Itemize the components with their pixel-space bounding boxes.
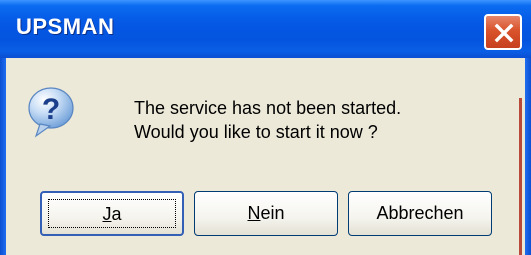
close-button[interactable] xyxy=(484,14,522,50)
message-line-2: Would you like to start it now ? xyxy=(134,122,378,142)
no-button[interactable]: Nein xyxy=(194,191,338,236)
window-frame-right xyxy=(525,58,531,255)
no-button-label: Nein xyxy=(247,203,285,223)
cancel-button[interactable]: Abbrechen xyxy=(348,191,492,236)
question-icon: ? xyxy=(28,87,74,138)
message-line-1: The service has not been started. xyxy=(134,98,402,118)
yes-button-label: Ja xyxy=(102,204,122,224)
window-frame-left xyxy=(0,58,6,255)
svg-text:?: ? xyxy=(42,93,60,126)
close-icon xyxy=(494,23,514,43)
window-title: UPSMAN xyxy=(16,14,115,39)
yes-button[interactable]: Ja xyxy=(40,191,184,236)
background-window-edge xyxy=(519,98,522,255)
cancel-button-label: Abbrechen xyxy=(376,203,464,223)
dialog-window: UPSMAN ? The service has not been starte… xyxy=(0,0,531,255)
title-bar[interactable]: UPSMAN xyxy=(0,0,531,58)
